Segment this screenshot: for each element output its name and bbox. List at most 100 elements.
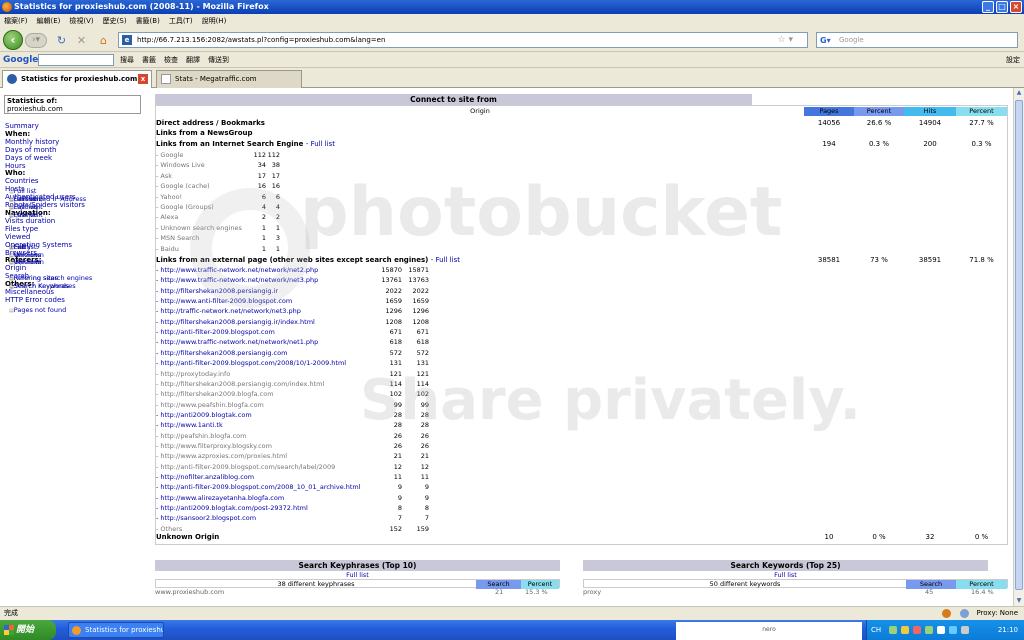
taskbar-firefox[interactable]: Statistics for proxieshu... — [68, 622, 164, 638]
scroll-thumb[interactable] — [1015, 100, 1023, 590]
menu-item[interactable]: 書籤(B) — [136, 14, 160, 28]
tray-icon[interactable] — [949, 626, 957, 634]
addon-icon[interactable] — [942, 609, 951, 618]
referer-link[interactable]: - http://sansoor2.blogspot.com — [156, 513, 256, 523]
referer-link[interactable]: - http://anti2009.blogtak.com — [156, 410, 252, 420]
referer-link[interactable]: - http://nofilter.anzaliblog.com — [156, 472, 254, 482]
firefox-icon — [2, 2, 12, 12]
google-toolbar-item[interactable]: 翻譯 — [186, 52, 200, 68]
menu-item[interactable]: 說明(H) — [202, 14, 227, 28]
sidebar-link[interactable]: HTTP Error codes — [5, 296, 150, 305]
close-button[interactable]: × — [1010, 1, 1022, 13]
back-button[interactable]: ‹ — [3, 30, 23, 50]
addon-icon-2[interactable] — [960, 609, 969, 618]
engine-item[interactable]: - Ask — [156, 171, 172, 181]
tray-icon[interactable] — [937, 626, 945, 634]
keyphrase-count: 21 — [495, 588, 504, 596]
referer-link[interactable]: - http://www.1anti.tk — [156, 420, 223, 430]
sidebar-link[interactable]: Hours — [5, 162, 150, 171]
full-list-link[interactable]: - Full list — [306, 140, 335, 148]
referer-link[interactable]: - http://www.alirezayetanha.blogfa.com — [156, 493, 284, 503]
status-bar: 完成 Proxy: None — [0, 606, 1024, 620]
referer-link[interactable]: - http://filtershekan2008.persiangig.com — [156, 348, 287, 358]
referer-link[interactable]: - http://www.azproxies.com/proxies.html — [156, 451, 287, 461]
sidebar-link[interactable]: Last visit — [5, 210, 43, 220]
google-toolbar-search[interactable] — [38, 54, 114, 66]
referer-link[interactable]: - http://www.traffic-network.net/network… — [156, 337, 318, 347]
tray-icon[interactable] — [925, 626, 933, 634]
referer-link[interactable]: - http://anti2009.blogtak.com/post-29372… — [156, 503, 308, 513]
referer-link[interactable]: - Others — [156, 524, 182, 534]
engine-item[interactable]: - Yahoo! — [156, 192, 182, 202]
sidebar-link[interactable]: Days of week — [5, 154, 150, 163]
google-toolbar-item[interactable]: 書籤 — [142, 52, 156, 68]
proxy-status[interactable]: Proxy: None — [976, 607, 1018, 620]
referer-link[interactable]: - http://filtershekan2008.persiangig.com… — [156, 379, 324, 389]
forward-button[interactable]: ›▾ — [25, 33, 47, 48]
maximize-button[interactable]: □ — [996, 1, 1008, 13]
referer-link[interactable]: - http://anti-filter-2009.blogspot.com — [156, 327, 275, 337]
google-toolbar-item[interactable]: 傳送到 — [208, 52, 229, 68]
keywords-full-list[interactable]: Full list — [583, 571, 988, 579]
origin-label-text: Unknown Origin — [156, 533, 220, 541]
stop-icon[interactable]: ✕ — [74, 33, 89, 48]
tab-close-icon[interactable]: x — [138, 74, 148, 84]
tray-icon[interactable] — [961, 626, 969, 634]
engine-item[interactable]: - Google — [156, 150, 183, 160]
tab-megatraffic[interactable]: Stats - Megatraffic.com — [156, 70, 302, 88]
scroll-down-icon[interactable]: ▼ — [1014, 596, 1024, 606]
referer-hits: 99 — [420, 400, 429, 409]
home-icon[interactable]: ⌂ — [96, 33, 111, 48]
tray-icon[interactable] — [901, 626, 909, 634]
origin-hpct: 27.7 % — [969, 119, 994, 127]
referer-link[interactable]: - http://proxytoday.info — [156, 369, 230, 379]
referer-link[interactable]: - http://anti-filter-2009.blogspot.com/2… — [156, 482, 361, 492]
sidebar-link[interactable]: Search Keywords — [5, 281, 70, 291]
engine-item[interactable]: - Windows Live — [156, 160, 205, 170]
engine-item[interactable]: - Alexa — [156, 212, 178, 222]
menu-item[interactable]: 檔案(F) — [4, 14, 28, 28]
tray-icon[interactable] — [889, 626, 897, 634]
referer-link[interactable]: - http://www.filterproxy.blogsky.com — [156, 441, 272, 451]
reload-icon[interactable]: ↻ — [54, 33, 69, 48]
referer-pages: 99 — [393, 400, 402, 409]
menu-item[interactable]: 編輯(E) — [37, 14, 61, 28]
referer-link[interactable]: - http://peafshin.blogfa.com — [156, 431, 246, 441]
referer-link[interactable]: - http://anti-filter-2009.blogspot.com/s… — [156, 462, 335, 472]
scroll-up-icon[interactable]: ▲ — [1014, 88, 1024, 98]
origin-row: Unknown Origin 10 0 % 32 0 % — [156, 532, 1009, 542]
sidebar-link[interactable]: Unknown — [5, 257, 44, 267]
column-header: Hits — [904, 107, 956, 116]
vertical-scrollbar[interactable]: ▲ ▼ — [1013, 88, 1024, 606]
menu-item[interactable]: 工具(T) — [169, 14, 193, 28]
menu-item[interactable]: 檢視(V) — [69, 14, 93, 28]
search-box[interactable]: G▾ Google — [816, 32, 1018, 48]
referer-link[interactable]: - http://traffic-network.net/network/net… — [156, 306, 301, 316]
full-list-link[interactable]: - Full list — [431, 256, 460, 264]
referer-link[interactable]: - http://www.peafshin.blogfa.com — [156, 400, 264, 410]
sidebar-link[interactable]: Countries — [5, 177, 150, 186]
menu-item[interactable]: 歷史(S) — [103, 14, 127, 28]
keyphrases-full-list[interactable]: Full list — [155, 571, 560, 579]
keywords-header: 50 different keywords Search Percent — [583, 579, 1008, 589]
google-toolbar-item[interactable]: 搜尋 — [120, 52, 134, 68]
engine-item[interactable]: - Google (cache) — [156, 181, 210, 191]
tray-icon[interactable] — [913, 626, 921, 634]
origin-hits: 200 — [923, 140, 937, 148]
referer-link[interactable]: - http://anti-filter-2009.blogspot.com/2… — [156, 358, 346, 368]
engine-item[interactable]: - Baidu — [156, 244, 179, 254]
language-indicator[interactable]: CH — [871, 620, 881, 640]
google-settings[interactable]: 設定 — [1006, 52, 1020, 68]
start-button[interactable]: 開始 — [0, 620, 56, 640]
referer-link[interactable]: - http://filtershekan2008.persiangig.ir/… — [156, 317, 315, 327]
referer-link[interactable]: - http://filtershekan2009.blogfa.com — [156, 389, 274, 399]
sidebar-link[interactable]: Pages not found — [5, 305, 67, 315]
referer-hits: 671 — [416, 328, 429, 337]
url-bar[interactable]: e http://66.7.213.156:2082/awstats.pl?co… — [118, 32, 808, 48]
keyphrase-text: www.proxieshub.com — [155, 588, 225, 596]
google-toolbar-item[interactable]: 檢查 — [164, 52, 178, 68]
origin-label-text: Links from a NewsGroup — [156, 129, 253, 137]
bookmark-star-icon[interactable]: ☆ ▾ — [778, 33, 793, 47]
tab-statistics[interactable]: Statistics for proxieshub.com (2... x — [2, 70, 152, 99]
minimize-button[interactable]: _ — [982, 1, 994, 13]
